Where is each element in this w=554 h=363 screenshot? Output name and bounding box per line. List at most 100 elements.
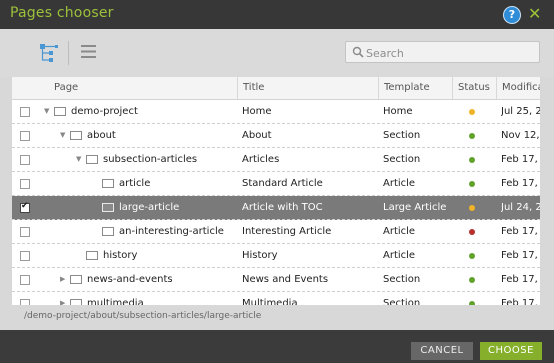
table-row[interactable]: article Standard Article Article Feb 17, 2 bbox=[12, 172, 540, 196]
cell-page: large-article bbox=[119, 202, 180, 213]
status-dot bbox=[469, 301, 475, 305]
cell-template: Article bbox=[383, 250, 416, 261]
table-row[interactable]: ▼ demo-project Home Home Jul 25, 2 bbox=[12, 100, 540, 124]
cell-modification: Feb 17, 2 bbox=[501, 178, 540, 189]
checkmark-icon: ✔ bbox=[21, 201, 29, 211]
page-icon bbox=[86, 155, 98, 164]
help-icon[interactable]: ? bbox=[503, 6, 521, 24]
cell-page: news-and-events bbox=[87, 274, 173, 285]
choose-button[interactable]: CHOOSE bbox=[480, 342, 542, 360]
table-row[interactable]: ▼ subsection-articles Articles Section Feb 1… bbox=[12, 148, 540, 172]
table-row[interactable]: ▶ multimedia Multimedia Section Feb 17, 2 bbox=[12, 292, 540, 305]
cell-title: Articles bbox=[242, 154, 280, 165]
collapse-arrow-icon[interactable]: ▼ bbox=[76, 148, 84, 171]
cell-modification: Feb 17, 2 bbox=[501, 226, 540, 237]
cell-modification: Feb 17, 2 bbox=[501, 250, 540, 261]
row-checkbox[interactable] bbox=[20, 251, 30, 261]
page-icon bbox=[86, 251, 98, 260]
page-icon bbox=[70, 131, 82, 140]
cell-page: demo-project bbox=[71, 106, 138, 117]
list-view-icon[interactable] bbox=[81, 45, 96, 58]
cell-modification: Nov 12, 2 bbox=[501, 130, 540, 141]
page-icon bbox=[54, 107, 66, 116]
selected-path: /demo-project/about/subsection-articles/… bbox=[24, 311, 262, 321]
tree-view-icon[interactable] bbox=[38, 42, 60, 64]
cell-template: Home bbox=[383, 106, 413, 117]
toolbar-divider bbox=[68, 41, 69, 65]
cancel-button[interactable]: CANCEL bbox=[411, 342, 473, 360]
row-checkbox[interactable] bbox=[20, 275, 30, 285]
title-bar: Pages chooser ? ✕ bbox=[0, 0, 554, 29]
table-row[interactable]: ▶ news-and-events News and Events Section Fe… bbox=[12, 268, 540, 292]
column-header-modification[interactable]: Modificatio bbox=[497, 77, 540, 99]
cell-title: History bbox=[242, 250, 278, 261]
status-dot bbox=[469, 277, 475, 283]
row-checkbox[interactable] bbox=[20, 131, 30, 141]
table-row[interactable]: an-interesting-article Interesting Articl… bbox=[12, 220, 540, 244]
expand-arrow-icon[interactable]: ▶ bbox=[60, 268, 68, 291]
cell-modification: Feb 17, 2 bbox=[501, 274, 540, 285]
page-icon bbox=[102, 227, 114, 236]
cell-modification: Feb 17, 2 bbox=[501, 154, 540, 165]
status-dot bbox=[469, 109, 475, 115]
column-header-template[interactable]: Template bbox=[379, 77, 453, 99]
row-checkbox[interactable]: ✔ bbox=[20, 201, 30, 213]
toolbar bbox=[0, 29, 554, 77]
status-dot bbox=[469, 253, 475, 259]
cell-title: Interesting Article bbox=[242, 226, 332, 237]
status-dot bbox=[469, 229, 475, 235]
status-dot bbox=[469, 205, 475, 211]
page-icon bbox=[102, 179, 114, 188]
column-header-page[interactable]: Page bbox=[12, 77, 238, 99]
row-checkbox[interactable] bbox=[20, 155, 30, 165]
collapse-arrow-icon[interactable]: ▼ bbox=[44, 100, 52, 123]
collapse-arrow-icon[interactable]: ▼ bbox=[60, 124, 68, 147]
cell-template: Section bbox=[383, 154, 421, 165]
cell-page: subsection-articles bbox=[103, 154, 198, 165]
dialog-title: Pages chooser bbox=[10, 5, 114, 21]
table-row[interactable]: history History Article Feb 17, 2 bbox=[12, 244, 540, 268]
row-checkbox[interactable] bbox=[20, 227, 30, 237]
row-checkbox[interactable] bbox=[20, 107, 30, 117]
cell-page: an-interesting-article bbox=[119, 226, 224, 237]
column-header-title[interactable]: Title bbox=[238, 77, 379, 99]
pages-chooser-dialog: Pages chooser ? ✕ Page Title bbox=[0, 0, 554, 363]
status-dot bbox=[469, 157, 475, 163]
cell-page: article bbox=[119, 178, 151, 189]
cell-template: Section bbox=[383, 298, 421, 305]
search-input[interactable] bbox=[364, 44, 538, 62]
cell-template: Large Article bbox=[383, 202, 447, 213]
search-box bbox=[345, 41, 540, 63]
search-icon bbox=[352, 46, 364, 58]
page-icon bbox=[70, 275, 82, 284]
status-dot bbox=[469, 181, 475, 187]
cell-page: history bbox=[103, 250, 138, 261]
cell-page: multimedia bbox=[87, 298, 144, 305]
cell-title: About bbox=[242, 130, 272, 141]
cell-title: Article with TOC bbox=[242, 202, 323, 213]
table-row[interactable]: ✔ large-article Article with TOC Large Arti… bbox=[12, 196, 540, 220]
column-header-status[interactable]: Status bbox=[453, 77, 497, 99]
row-checkbox[interactable] bbox=[20, 179, 30, 189]
cell-modification: Feb 17, 2 bbox=[501, 298, 540, 305]
cell-template: Section bbox=[383, 130, 421, 141]
cell-title: News and Events bbox=[242, 274, 329, 285]
cell-template: Section bbox=[383, 274, 421, 285]
pages-grid: Page Title Template Status Modificatio ▼… bbox=[12, 77, 540, 305]
close-icon[interactable]: ✕ bbox=[528, 4, 541, 23]
grid-header: Page Title Template Status Modificatio bbox=[12, 77, 540, 100]
row-checkbox[interactable] bbox=[20, 299, 30, 305]
cell-modification: Jul 25, 2 bbox=[501, 106, 540, 117]
cell-title: Home bbox=[242, 106, 272, 117]
status-dot bbox=[469, 133, 475, 139]
table-row[interactable]: ▼ about About Section Nov 12, 2 bbox=[12, 124, 540, 148]
cell-title: Multimedia bbox=[242, 298, 298, 305]
page-icon bbox=[70, 299, 82, 305]
expand-arrow-icon[interactable]: ▶ bbox=[60, 292, 68, 305]
dialog-footer: CANCEL CHOOSE bbox=[0, 330, 554, 363]
cell-template: Article bbox=[383, 178, 416, 189]
page-icon bbox=[102, 203, 114, 212]
cell-modification: Jul 24, 20 bbox=[501, 202, 540, 213]
cell-title: Standard Article bbox=[242, 178, 323, 189]
cell-page: about bbox=[87, 130, 116, 141]
